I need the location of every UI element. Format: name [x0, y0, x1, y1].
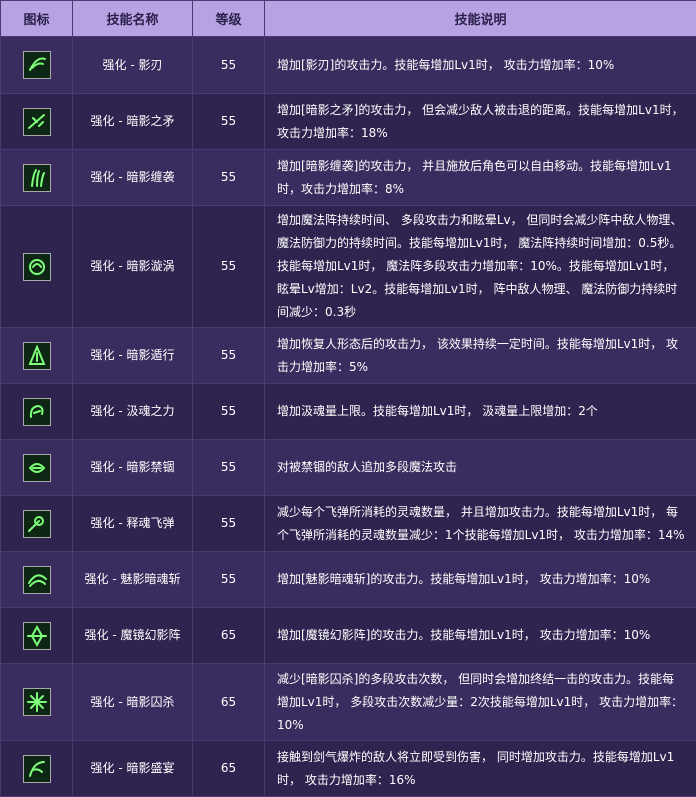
- skill-name: 强化 - 汲魂之力: [73, 384, 193, 440]
- skill-description: 减少每个飞弹所消耗的灵魂数量， 并且增加攻击力。技能每增加Lv1时， 每个飞弹所…: [265, 496, 696, 552]
- table-row: 强化 - 魔镜幻影阵65增加[魔镜幻影阵]的攻击力。技能每增加Lv1时， 攻击力…: [1, 608, 696, 664]
- skill-description: 接触到剑气爆炸的敌人将立即受到伤害， 同时增加攻击力。技能每增加Lv1时， 攻击…: [265, 741, 696, 797]
- shadow-stealth-icon: [23, 342, 51, 370]
- skill-name: 强化 - 魔镜幻影阵: [73, 608, 193, 664]
- skill-level: 55: [193, 94, 265, 150]
- icon-cell: [1, 37, 73, 94]
- icon-cell: [1, 384, 73, 440]
- icon-cell: [1, 496, 73, 552]
- skill-name: 强化 - 影刃: [73, 37, 193, 94]
- shadow-spear-icon: [23, 108, 51, 136]
- skill-level: 65: [193, 664, 265, 741]
- table-header-row: 图标 技能名称 等级 技能说明: [1, 1, 696, 37]
- header-name: 技能名称: [73, 1, 193, 37]
- header-icon: 图标: [1, 1, 73, 37]
- skill-description: 增加恢复人形态后的攻击力， 该效果持续一定时间。技能每增加Lv1时， 攻击力增加…: [265, 328, 696, 384]
- skill-level: 55: [193, 328, 265, 384]
- icon-cell: [1, 552, 73, 608]
- table-row: 强化 - 暗影遁行55增加恢复人形态后的攻击力， 该效果持续一定时间。技能每增加…: [1, 328, 696, 384]
- skill-level: 55: [193, 552, 265, 608]
- shadow-feast-icon: [23, 755, 51, 783]
- skill-level: 55: [193, 37, 265, 94]
- icon-cell: [1, 608, 73, 664]
- shadow-prison-icon: [23, 454, 51, 482]
- skill-level: 55: [193, 440, 265, 496]
- header-desc: 技能说明: [265, 1, 696, 37]
- skill-description: 增加[暗影之矛]的攻击力， 但会减少敌人被击退的距离。技能每增加Lv1时， 攻击…: [265, 94, 696, 150]
- skill-level: 55: [193, 206, 265, 328]
- shadow-execution-icon: [23, 688, 51, 716]
- skill-name: 强化 - 暗影遁行: [73, 328, 193, 384]
- table-row: 强化 - 暗影之矛55增加[暗影之矛]的攻击力， 但会减少敌人被击退的距离。技能…: [1, 94, 696, 150]
- table-row: 强化 - 暗影禁锢55对被禁锢的敌人追加多段魔法攻击: [1, 440, 696, 496]
- icon-cell: [1, 440, 73, 496]
- skill-level: 55: [193, 150, 265, 206]
- header-level: 等级: [193, 1, 265, 37]
- table-row: 强化 - 魅影暗魂斩55增加[魅影暗魂斩]的攻击力。技能每增加Lv1时， 攻击力…: [1, 552, 696, 608]
- mirror-phantom-icon: [23, 622, 51, 650]
- skill-level: 55: [193, 384, 265, 440]
- skill-name: 强化 - 暗影囚杀: [73, 664, 193, 741]
- table-row: 强化 - 释魂飞弹55减少每个飞弹所消耗的灵魂数量， 并且增加攻击力。技能每增加…: [1, 496, 696, 552]
- table-row: 强化 - 暗影囚杀65减少[暗影囚杀]的多段攻击次数， 但同时会增加终结一击的攻…: [1, 664, 696, 741]
- skill-description: 增加[暗影缠袭]的攻击力， 并且施放后角色可以自由移动。技能每增加Lv1时，攻击…: [265, 150, 696, 206]
- shadow-bind-icon: [23, 164, 51, 192]
- skill-name: 强化 - 暗影禁锢: [73, 440, 193, 496]
- icon-cell: [1, 664, 73, 741]
- skill-name: 强化 - 暗影盛宴: [73, 741, 193, 797]
- table-row: 强化 - 影刃55增加[影刃]的攻击力。技能每增加Lv1时， 攻击力增加率：10…: [1, 37, 696, 94]
- soul-missile-icon: [23, 510, 51, 538]
- skill-level: 65: [193, 608, 265, 664]
- skill-description: 增加[魔镜幻影阵]的攻击力。技能每增加Lv1时， 攻击力增加率：10%: [265, 608, 696, 664]
- shadow-blade-icon: [23, 51, 51, 79]
- skill-description: 减少[暗影囚杀]的多段攻击次数， 但同时会增加终结一击的攻击力。技能每增加Lv1…: [265, 664, 696, 741]
- icon-cell: [1, 150, 73, 206]
- skill-description: 对被禁锢的敌人追加多段魔法攻击: [265, 440, 696, 496]
- table-row: 强化 - 汲魂之力55增加汲魂量上限。技能每增加Lv1时， 汲魂量上限增加：2个: [1, 384, 696, 440]
- skill-description: 增加[影刃]的攻击力。技能每增加Lv1时， 攻击力增加率：10%: [265, 37, 696, 94]
- skill-name: 强化 - 暗影之矛: [73, 94, 193, 150]
- skill-level: 55: [193, 496, 265, 552]
- table-row: 强化 - 暗影缠袭55增加[暗影缠袭]的攻击力， 并且施放后角色可以自由移动。技…: [1, 150, 696, 206]
- skill-name: 强化 - 暗影漩涡: [73, 206, 193, 328]
- skill-name: 强化 - 魅影暗魂斩: [73, 552, 193, 608]
- icon-cell: [1, 328, 73, 384]
- skill-name: 强化 - 释魂飞弹: [73, 496, 193, 552]
- skill-description: 增加汲魂量上限。技能每增加Lv1时， 汲魂量上限增加：2个: [265, 384, 696, 440]
- icon-cell: [1, 206, 73, 328]
- table-row: 强化 - 暗影漩涡55增加魔法阵持续时间、 多段攻击力和眩晕Lv， 但同时会减少…: [1, 206, 696, 328]
- skill-description: 增加魔法阵持续时间、 多段攻击力和眩晕Lv， 但同时会减少阵中敌人物理、魔法防御…: [265, 206, 696, 328]
- icon-cell: [1, 741, 73, 797]
- skill-name: 强化 - 暗影缠袭: [73, 150, 193, 206]
- skill-level: 65: [193, 741, 265, 797]
- icon-cell: [1, 94, 73, 150]
- shadow-vortex-icon: [23, 253, 51, 281]
- phantom-slash-icon: [23, 566, 51, 594]
- skill-description: 增加[魅影暗魂斩]的攻击力。技能每增加Lv1时， 攻击力增加率：10%: [265, 552, 696, 608]
- soul-drain-icon: [23, 398, 51, 426]
- skill-table: 图标 技能名称 等级 技能说明 强化 - 影刃55增加[影刃]的攻击力。技能每增…: [0, 0, 696, 797]
- table-row: 强化 - 暗影盛宴65接触到剑气爆炸的敌人将立即受到伤害， 同时增加攻击力。技能…: [1, 741, 696, 797]
